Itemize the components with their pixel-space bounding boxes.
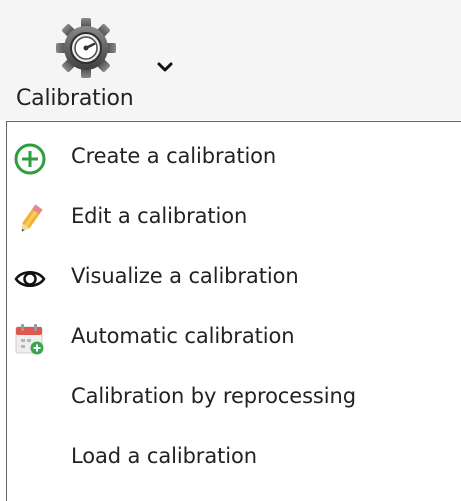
calibration-gear-icon — [54, 16, 118, 80]
pencil-icon — [13, 202, 47, 236]
menu-item-label: Automatic calibration — [71, 324, 295, 348]
plus-circle-icon — [13, 142, 47, 176]
calibration-ribbon-button[interactable]: Calibration — [10, 10, 180, 118]
menu-item-label: Edit a calibration — [71, 204, 248, 228]
menu-item-create-calibration[interactable]: Create a calibration — [7, 128, 457, 188]
menu-item-load-calibration[interactable]: Load a calibration — [7, 428, 457, 488]
menu-item-label: Create a calibration — [71, 144, 277, 168]
menu-item-label: Calibration by reprocessing — [71, 384, 356, 408]
calendar-add-icon — [13, 322, 47, 356]
eye-icon — [13, 262, 47, 296]
menu-item-calibration-by-reprocessing[interactable]: Calibration by reprocessing — [7, 368, 457, 428]
menu-item-label: Load a calibration — [71, 444, 257, 468]
calibration-dropdown-menu: Create a calibration Edit a calibration — [6, 121, 461, 501]
ribbon-bar: Calibration — [0, 0, 461, 120]
menu-item-edit-calibration[interactable]: Edit a calibration — [7, 188, 457, 248]
menu-item-visualize-calibration[interactable]: Visualize a calibration — [7, 248, 457, 308]
chevron-down-icon[interactable] — [152, 56, 178, 76]
calibration-button-label: Calibration — [16, 86, 134, 111]
menu-item-label: Visualize a calibration — [71, 264, 299, 288]
menu-item-automatic-calibration[interactable]: Automatic calibration — [7, 308, 457, 368]
